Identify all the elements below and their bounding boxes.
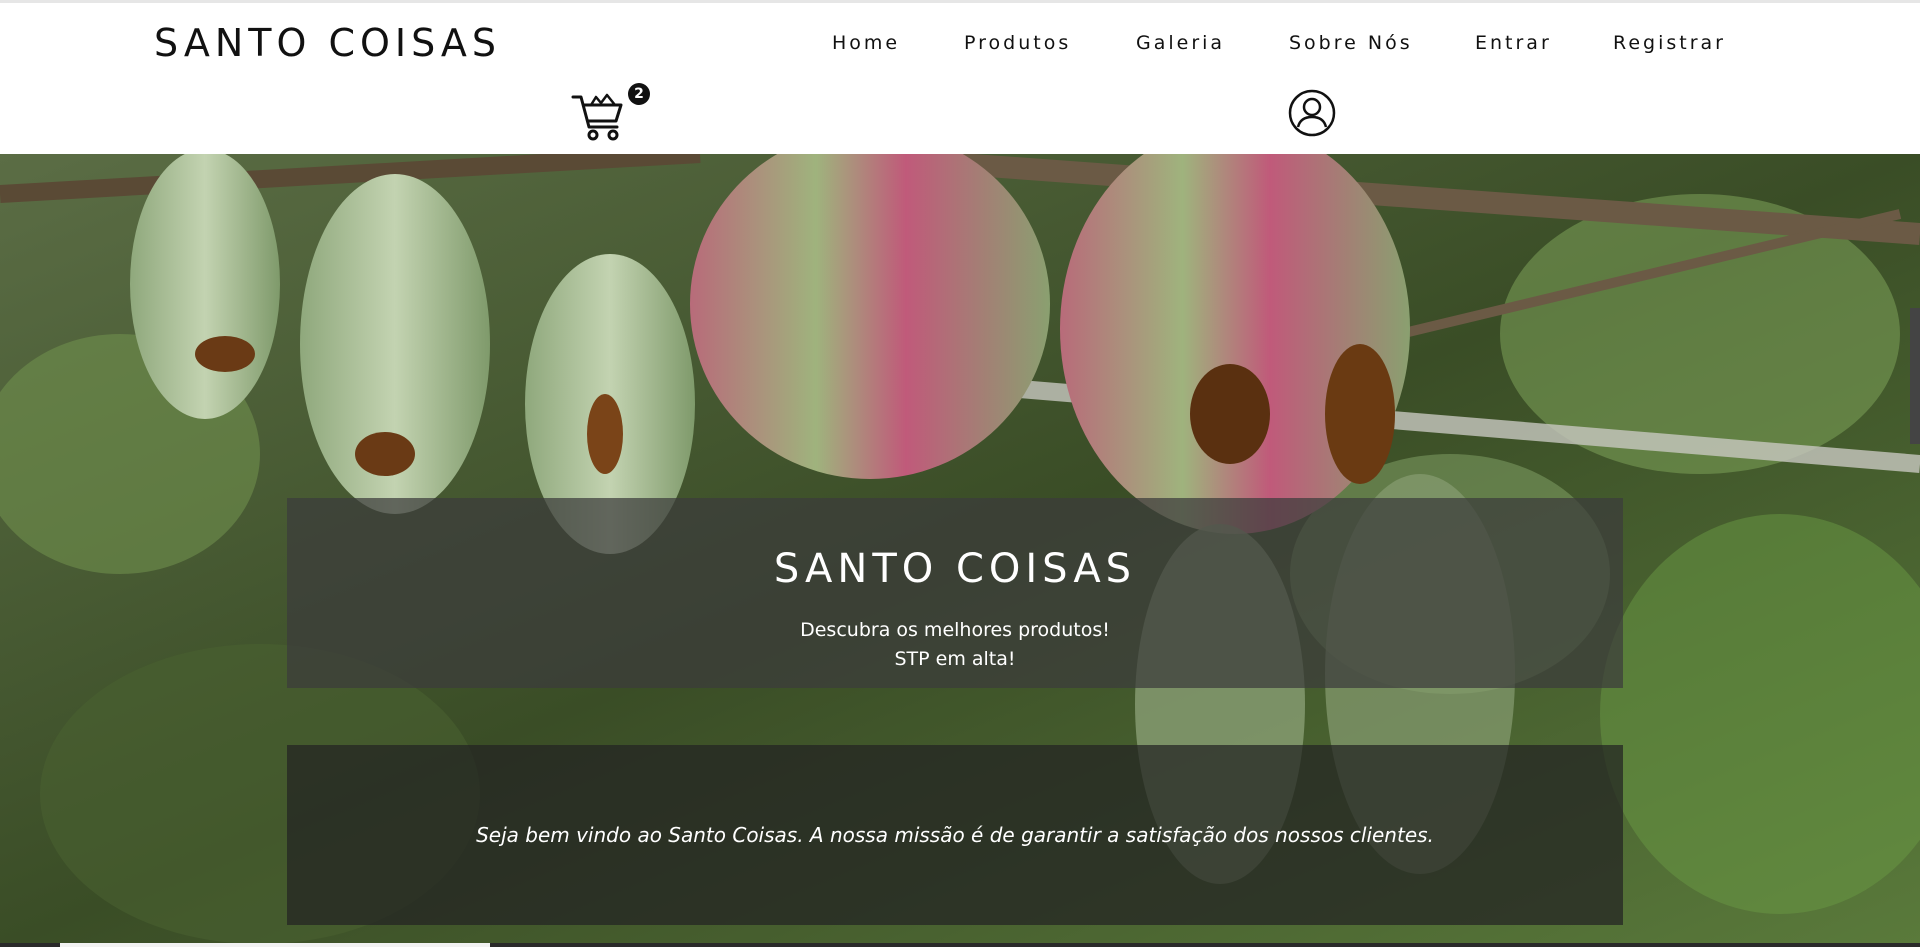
brand-logo-text[interactable]: SANTO COISAS [154,21,501,65]
cart-count-badge: 2 [628,83,650,105]
nav-item-sobre-nos[interactable]: Sobre Nós [1289,32,1413,54]
nav-item-galeria[interactable]: Galeria [1136,32,1225,54]
hero-section: SANTO COISAS Descubra os melhores produt… [0,154,1920,947]
welcome-panel: Seja bem vindo ao Santo Coisas. A nossa … [287,745,1623,925]
hero-title: SANTO COISAS [773,546,1137,592]
user-profile-icon [1288,89,1336,137]
hero-title-panel: SANTO COISAS Descubra os melhores produt… [287,498,1623,688]
profile-button[interactable] [1288,89,1336,137]
hero-subtitle: Descubra os melhores produtos! STP em al… [287,616,1623,674]
cart-button[interactable]: 2 [571,83,650,143]
cart-icon [571,93,623,141]
hero-subtitle-line2: STP em alta! [894,648,1016,670]
nav-item-produtos[interactable]: Produtos [964,32,1071,54]
welcome-message: Seja bem vindo ao Santo Coisas. A nossa … [476,823,1434,847]
nav-item-registrar[interactable]: Registrar [1613,32,1726,54]
site-header: SANTO COISAS Home Produtos Galeria Sobre… [0,3,1920,154]
hero-subtitle-line1: Descubra os melhores produtos! [800,619,1110,641]
horizontal-scrollbar-thumb[interactable] [60,943,490,947]
nav-item-home[interactable]: Home [832,32,900,54]
vertical-scrollbar[interactable] [1910,308,1920,444]
nav-item-entrar[interactable]: Entrar [1475,32,1552,54]
horizontal-scrollbar[interactable] [0,943,1920,947]
